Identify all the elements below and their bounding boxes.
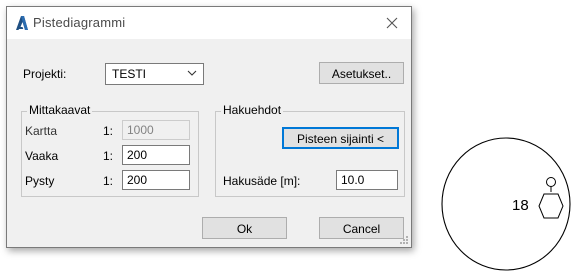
point-location-button[interactable]: Pisteen sijainti <	[282, 127, 399, 149]
scale-prefix-vaaka: 1:	[103, 149, 114, 163]
project-select-value: TESTI	[112, 67, 147, 81]
search-radius-label: Hakusäde [m]:	[223, 174, 301, 188]
project-label: Projekti:	[23, 67, 67, 81]
pistediagrammi-dialog: Pistediagrammi Projekti: TESTI Asetukset…	[6, 6, 412, 248]
pysty-scale-field[interactable]: 200	[122, 170, 190, 190]
vaaka-scale-field[interactable]: 200	[122, 145, 190, 165]
project-select[interactable]: TESTI	[105, 63, 204, 85]
ok-button[interactable]: Ok	[202, 217, 287, 239]
dialog-title: Pistediagrammi	[33, 15, 126, 30]
point-diagram-drawing: 18	[440, 136, 572, 275]
scales-group-title: Mittakaavat	[27, 103, 93, 117]
close-button[interactable]	[379, 11, 405, 35]
kartta-scale-field: 1000	[122, 120, 190, 140]
search-group-title: Hakuehdot	[221, 103, 284, 117]
hexagon-point-symbol	[538, 177, 564, 219]
scale-label-pysty: Pysty	[25, 174, 55, 188]
scale-label-vaaka: Vaaka	[25, 149, 59, 163]
chevron-down-icon	[187, 70, 197, 76]
resize-grip-icon[interactable]	[399, 235, 409, 245]
title-bar[interactable]: Pistediagrammi	[7, 7, 411, 39]
point-number-label: 18	[512, 197, 529, 214]
settings-button[interactable]: Asetukset..	[319, 62, 404, 84]
scale-label-kartta: Kartta	[25, 124, 58, 138]
autocad-a-icon	[16, 16, 28, 30]
scale-prefix-pysty: 1:	[103, 174, 114, 188]
search-radius-field[interactable]: 10.0	[336, 170, 398, 190]
close-icon	[386, 17, 398, 29]
cancel-button[interactable]: Cancel	[319, 217, 404, 239]
diagram-canvas: 18	[441, 137, 571, 271]
scale-prefix-kartta: 1:	[103, 124, 114, 138]
